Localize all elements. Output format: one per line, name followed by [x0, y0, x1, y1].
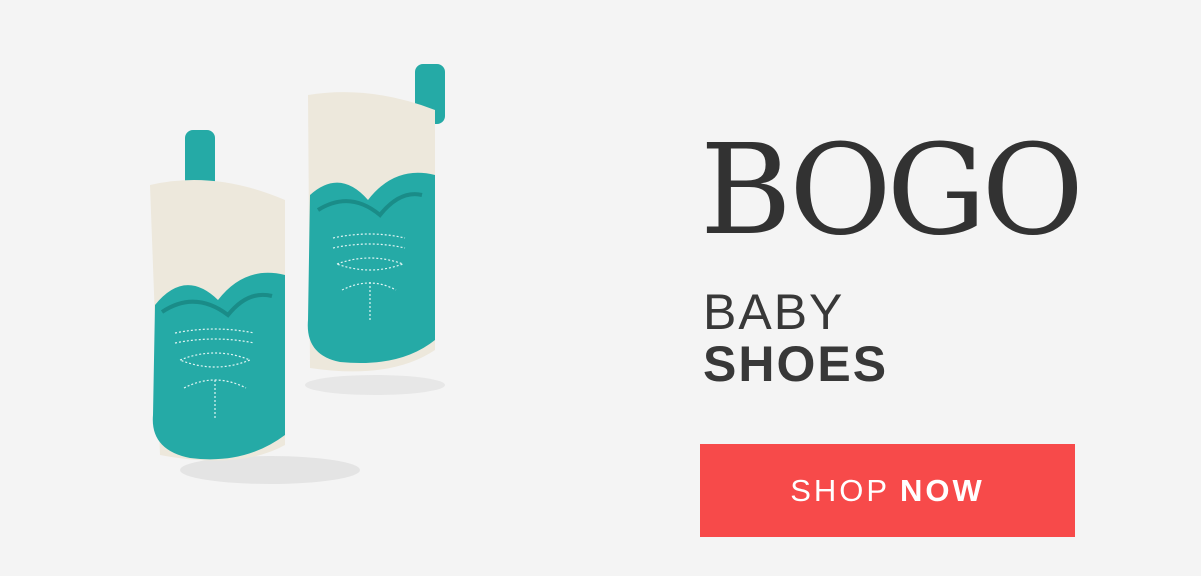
left-shoe — [150, 130, 285, 461]
right-shoe — [307, 64, 445, 372]
promo-banner[interactable]: BOGO BABY SHOES SHOP NOW — [0, 0, 1201, 576]
baby-shoes-image[interactable] — [150, 50, 450, 510]
subheadline-shoes: SHOES — [703, 336, 889, 392]
shop-now-label-bold: NOW — [900, 472, 985, 508]
subheadline-baby: BABY — [703, 284, 845, 340]
shoe-shadow — [305, 375, 445, 395]
headline-bogo: BOGO — [700, 118, 1084, 263]
shop-now-label-light: SHOP — [790, 472, 891, 508]
shop-now-button[interactable]: SHOP NOW — [700, 444, 1075, 537]
